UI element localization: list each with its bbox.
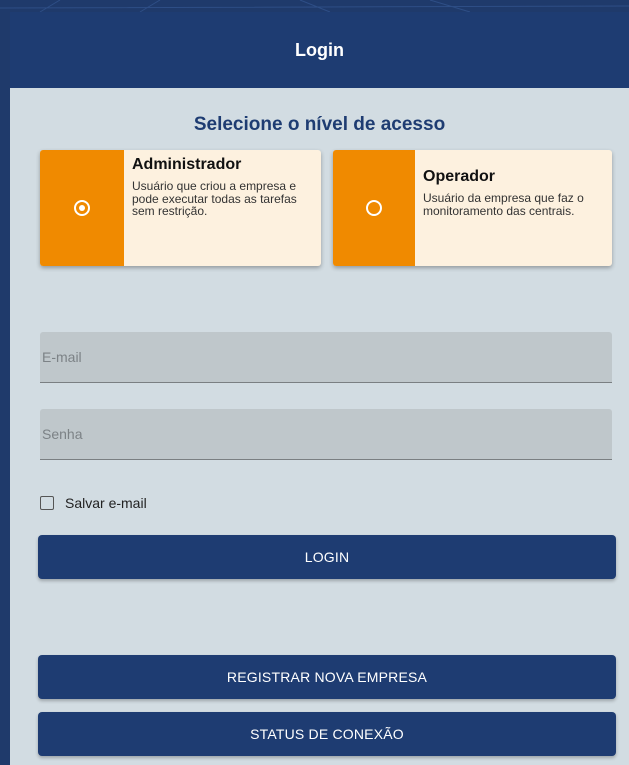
login-button[interactable]: LOGIN [38, 535, 616, 579]
access-option-body: Operador Usuário da empresa que faz o mo… [415, 150, 611, 266]
email-field[interactable] [40, 332, 612, 383]
save-email-option[interactable]: Salvar e-mail [40, 495, 147, 511]
password-input[interactable] [40, 409, 612, 459]
page-title: Login [295, 39, 344, 60]
save-email-checkbox[interactable] [40, 496, 54, 510]
access-option-radio-area[interactable] [40, 150, 124, 266]
radio-unchecked-icon[interactable] [366, 200, 382, 216]
save-email-label: Salvar e-mail [65, 495, 147, 511]
connection-status-button[interactable]: STATUS DE CONEXÃO [38, 712, 616, 756]
access-option-radio-area[interactable] [333, 150, 415, 266]
access-level-title: Selecione o nível de acesso [193, 114, 446, 135]
radio-checked-icon[interactable] [74, 200, 90, 216]
access-option-administrador[interactable]: Administrador Usuário que criou a empres… [40, 150, 321, 266]
access-option-description: Usuário que criou a empresa e pode execu… [132, 179, 297, 218]
register-company-button[interactable]: REGISTRAR NOVA EMPRESA [38, 655, 616, 699]
access-option-description: Usuário da empresa que faz o monitoramen… [423, 191, 584, 218]
password-field[interactable] [40, 409, 612, 460]
access-option-body: Administrador Usuário que criou a empres… [124, 150, 321, 266]
email-input[interactable] [40, 332, 612, 382]
access-option-title: Operador [423, 168, 496, 185]
login-header: Login [10, 12, 629, 88]
login-panel: Login Selecione o nível de acesso Admini… [10, 12, 629, 765]
access-option-title: Administrador [132, 156, 242, 173]
access-option-operador[interactable]: Operador Usuário da empresa que faz o mo… [333, 150, 612, 266]
